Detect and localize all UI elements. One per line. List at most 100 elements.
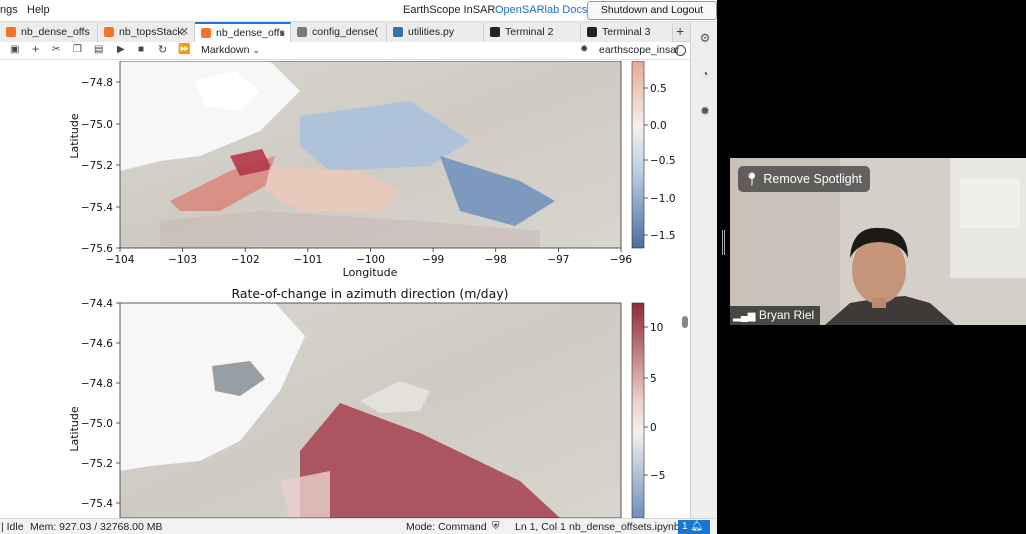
notebook-toolbar: ▣ + ✂ ❐ ▤ ▶ ■ ↻ ⏩ Markdown ⌄ ✹ earthscop… [0, 42, 690, 60]
kernel-name[interactable]: earthscope_insar [599, 44, 680, 56]
debugger-bug-icon[interactable]: ✹ [698, 104, 712, 118]
add-cell-icon[interactable]: + [32, 42, 39, 56]
cell-type-select[interactable]: Markdown ⌄ [201, 44, 260, 56]
bell-icon: 🔔︎ [690, 521, 704, 532]
memory-usage: Mem: 927.03 / 32768.00 MB [30, 521, 163, 533]
pin-icon: 📍︎ [744, 172, 760, 186]
tab-utilities-py[interactable]: utilities.py [387, 23, 484, 42]
notebook-panel[interactable]: −74.8 −75.0 −75.2 −75.4 −75.6 −104 −103 −102 −1… [0, 61, 690, 518]
bottom-plot-title: Rate-of-change in azimuth direction (m/d… [231, 286, 508, 301]
tab-terminal-2[interactable]: Terminal 2 [484, 23, 581, 42]
jupyterlab-window: ngs Help EarthScope InSAR OpenSARlab Doc… [0, 0, 717, 534]
notebook-icon [201, 28, 211, 38]
y-tick-label: −75.4 [81, 498, 113, 510]
run-icon[interactable]: ▶ [117, 44, 125, 55]
tab-label: config_dense( [312, 26, 378, 38]
tab-nb-dense-offsets-1[interactable]: nb_dense_offs [0, 23, 98, 42]
bottom-y-ticks: −74.4 −74.6 −74.8 −75.0 −75.2 −75.4 [81, 298, 120, 510]
panel-resize-handle[interactable] [722, 230, 725, 255]
bottom-y-axis-label: Latitude [68, 406, 81, 452]
kernel-idle-status: | Idle [1, 521, 24, 533]
x-tick-label: −96 [610, 254, 632, 266]
colorbar-tick-label: −1.5 [650, 230, 676, 242]
colorbar-tick-label: 0.0 [650, 120, 667, 132]
tab-terminal-3[interactable]: Terminal 3 [581, 23, 673, 42]
cut-icon[interactable]: ✂ [52, 44, 60, 55]
remove-spotlight-button[interactable]: 📍︎ Remove Spotlight [738, 166, 871, 192]
unsaved-dot-icon[interactable]: ● [280, 28, 285, 38]
status-bar: | Idle Mem: 927.03 / 32768.00 MB Mode: C… [0, 518, 717, 534]
y-tick-label: −75.2 [81, 458, 113, 470]
notebook-icon [6, 27, 16, 37]
kernel-status-icon [675, 45, 686, 56]
tab-label: nb_topsStack. [119, 26, 186, 38]
menu-bar: ngs Help EarthScope InSAR OpenSARlab Doc… [0, 0, 717, 33]
plot-output-svg: −74.8−75.0−75.2−75.4−75.6 −104 −103 −102 −1… [68, 61, 676, 518]
colorbar-tick-label: −0.5 [650, 155, 676, 167]
y-tick-label: −75.4 [81, 202, 113, 214]
cell-type-label: Markdown [201, 44, 250, 56]
notebook-icon [104, 27, 114, 37]
x-tick-label: −104 [106, 254, 135, 266]
app-title: EarthScope InSAR [403, 4, 496, 16]
tab-config-dense[interactable]: config_dense( [291, 23, 387, 42]
top-y-axis-label: Latitude [68, 113, 81, 159]
y-tick-label: −75.0 [81, 418, 113, 430]
participant-name-tag: ▂▄▆ Bryan Riel [730, 306, 821, 325]
tab-label: nb_dense_offs [21, 26, 90, 38]
y-tick-label: −74.8 [81, 378, 113, 390]
x-tick-label: −103 [168, 254, 197, 266]
restart-icon[interactable]: ↻ [158, 43, 167, 56]
property-inspector-icon[interactable]: ⚙ [698, 31, 712, 45]
bottom-map-plot: Rate-of-change in azimuth direction (m/d… [68, 286, 665, 518]
scrollbar-thumb[interactable] [682, 316, 688, 328]
bug-icon[interactable]: ✹ [580, 44, 588, 55]
remove-spotlight-label: Remove Spotlight [763, 172, 863, 186]
tab-label: Terminal 2 [505, 26, 554, 38]
copy-icon[interactable]: ❐ [73, 44, 82, 55]
paste-icon[interactable]: ▤ [94, 44, 103, 55]
notebook-mode[interactable]: Mode: Command [406, 521, 487, 533]
video-tile[interactable]: 📍︎ Remove Spotlight ▂▄▆ Bryan Riel [730, 158, 1026, 325]
top-x-ticks: −104 −103 −102 −101 −100 −99 −98 −97 −96 [106, 248, 632, 266]
y-tick-label: −74.4 [81, 298, 113, 310]
save-icon[interactable]: ▣ [10, 44, 19, 55]
tab-label: Terminal 3 [602, 26, 651, 38]
fast-forward-icon[interactable]: ⏩ [178, 44, 190, 55]
close-icon[interactable]: ✕ [180, 25, 189, 38]
menu-help[interactable]: Help [27, 4, 50, 16]
docs-link[interactable]: OpenSARlab Docs [495, 4, 587, 16]
shutdown-button[interactable]: Shutdown and Logout Page [587, 1, 717, 33]
y-tick-label: −75.0 [81, 119, 113, 131]
top-colorbar [631, 61, 645, 249]
bottom-colorbar-ticks: 10 5 0 −5 [644, 322, 665, 482]
notebook-scrollbar[interactable] [680, 61, 690, 518]
stop-icon[interactable]: ■ [138, 44, 144, 55]
signal-bars-icon: ▂▄▆ [733, 311, 756, 322]
tab-bar: nb_dense_offs nb_topsStack. ✕ nb_dense_o… [0, 22, 690, 43]
x-tick-label: −102 [231, 254, 260, 266]
x-tick-label: −97 [547, 254, 569, 266]
chevron-down-icon: ⌄ [252, 45, 260, 55]
add-tab-icon[interactable]: + [676, 23, 684, 39]
trust-shield-icon[interactable]: ⛨ [492, 521, 500, 532]
y-tick-label: −75.2 [81, 160, 113, 172]
top-y-ticks: −74.8−75.0−75.2−75.4−75.6 [81, 77, 120, 255]
top-map-plot: −74.8−75.0−75.2−75.4−75.6 −104 −103 −102 −1… [68, 61, 676, 279]
top-colorbar-ticks: 0.5 0.0 −0.5 −1.0 −1.5 [644, 83, 676, 242]
cursor-position[interactable]: Ln 1, Col 1 [515, 521, 566, 533]
colorbar-tick-label: 5 [650, 373, 657, 385]
colorbar-tick-label: −5 [650, 470, 665, 482]
tab-label: utilities.py [408, 26, 455, 38]
current-filename: nb_dense_offsets.ipynb [569, 521, 680, 533]
gauge-icon[interactable]: ◔ [698, 67, 712, 81]
colorbar-tick-label: 0.5 [650, 83, 667, 95]
menu-settings[interactable]: ngs [0, 4, 18, 16]
notification-count: 1 [682, 521, 688, 532]
notifications-button[interactable]: 1 🔔︎ [678, 520, 710, 534]
tab-nb-topsstack[interactable]: nb_topsStack. ✕ [98, 23, 195, 42]
tab-nb-dense-offsets-active[interactable]: nb_dense_offs ● [195, 22, 291, 43]
y-tick-label: −74.8 [81, 77, 113, 89]
file-icon [297, 27, 307, 37]
terminal-icon [490, 27, 500, 37]
